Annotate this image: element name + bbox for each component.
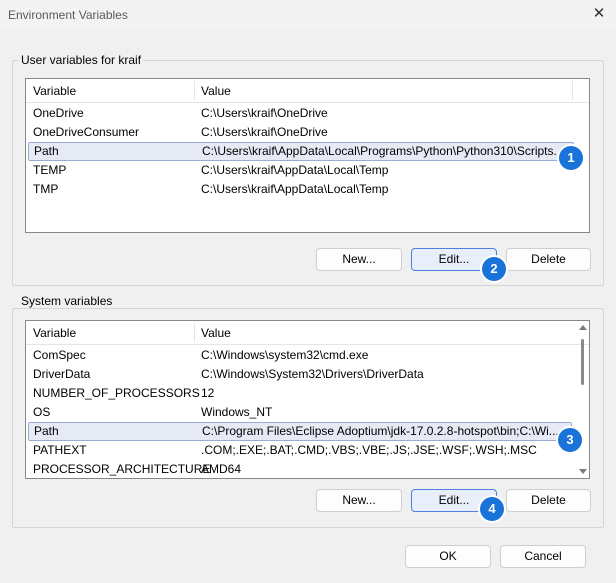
row-value: AMD64 [201,462,242,476]
row-value: Windows_NT [201,405,273,419]
table-row[interactable]: OS Windows_NT [26,403,574,422]
callout-badge-1: 1 [559,146,583,170]
row-variable: DriverData [33,367,91,381]
row-variable: TEMP [33,163,67,177]
column-header-value[interactable]: Value [201,84,231,98]
user-variables-label: User variables for kraif [19,53,144,67]
column-header-variable[interactable]: Variable [33,84,76,98]
row-variable: Path [34,144,59,158]
row-variable: OneDriveConsumer [33,125,140,139]
row-value: C:\Windows\system32\cmd.exe [201,348,369,362]
system-new-button[interactable]: New... [316,489,402,512]
row-variable: NUMBER_OF_PROCESSORS [33,386,200,400]
scroll-down-arrow-icon[interactable] [579,469,587,474]
row-value: C:\Users\kraif\AppData\Local\Temp [201,182,389,196]
close-icon[interactable]: ✕ [590,5,608,23]
row-value: C:\Users\kraif\AppData\Local\Temp [201,163,389,177]
row-value: C:\Users\kraif\AppData\Local\Programs\Py… [202,144,564,158]
table-row[interactable]: DriverData C:\Windows\System32\Drivers\D… [26,365,574,384]
system-variables-list[interactable]: Variable Value ComSpec C:\Windows\system… [25,320,590,479]
list-header: Variable Value [26,321,589,345]
table-row[interactable]: OneDrive C:\Users\kraif\OneDrive [26,104,575,123]
ok-button[interactable]: OK [405,545,491,568]
list-header: Variable Value [26,79,589,103]
table-row-selected[interactable]: Path C:\Users\kraif\AppData\Local\Progra… [28,142,574,161]
row-variable: OneDrive [33,106,84,120]
row-variable: Path [34,424,59,438]
cancel-button[interactable]: Cancel [500,545,586,568]
row-variable: TMP [33,182,59,196]
vertical-scrollbar-thumb[interactable] [581,339,584,385]
table-row[interactable]: PATHEXT .COM;.EXE;.BAT;.CMD;.VBS;.VBE;.J… [26,441,574,460]
user-delete-button[interactable]: Delete [506,248,591,271]
callout-badge-2: 2 [482,257,506,281]
row-variable: ComSpec [33,348,86,362]
table-row-selected[interactable]: Path C:\Program Files\Eclipse Adoptium\j… [28,422,572,441]
row-value: C:\Users\kraif\OneDrive [201,125,328,139]
callout-badge-3: 3 [558,428,582,452]
scroll-up-arrow-icon[interactable] [579,325,587,330]
row-value: C:\Users\kraif\OneDrive [201,106,328,120]
row-value: .COM;.EXE;.BAT;.CMD;.VBS;.VBE;.JS;.JSE;.… [201,443,537,457]
table-row[interactable]: TEMP C:\Users\kraif\AppData\Local\Temp [26,161,575,180]
system-variables-label: System variables [19,294,115,308]
table-row[interactable]: OneDriveConsumer C:\Users\kraif\OneDrive [26,123,575,142]
window-title: Environment Variables [8,8,128,22]
user-new-button[interactable]: New... [316,248,402,271]
table-row[interactable]: ComSpec C:\Windows\system32\cmd.exe [26,346,574,365]
row-value: 12 [201,386,215,400]
table-row[interactable]: TMP C:\Users\kraif\AppData\Local\Temp [26,180,575,199]
column-header-value[interactable]: Value [201,326,231,340]
table-row[interactable]: NUMBER_OF_PROCESSORS 12 [26,384,574,403]
column-header-variable[interactable]: Variable [33,326,76,340]
row-variable: PROCESSOR_ARCHITECTURE [33,462,211,476]
row-value: C:\Windows\System32\Drivers\DriverData [201,367,424,381]
system-delete-button[interactable]: Delete [506,489,591,512]
callout-badge-4: 4 [480,497,504,521]
table-row[interactable]: PROCESSOR_ARCHITECTURE AMD64 [26,460,574,478]
row-variable: PATHEXT [33,443,87,457]
user-variables-list[interactable]: Variable Value OneDrive C:\Users\kraif\O… [25,78,590,233]
row-value: C:\Program Files\Eclipse Adoptium\jdk-17… [202,424,559,438]
row-variable: OS [33,405,51,419]
